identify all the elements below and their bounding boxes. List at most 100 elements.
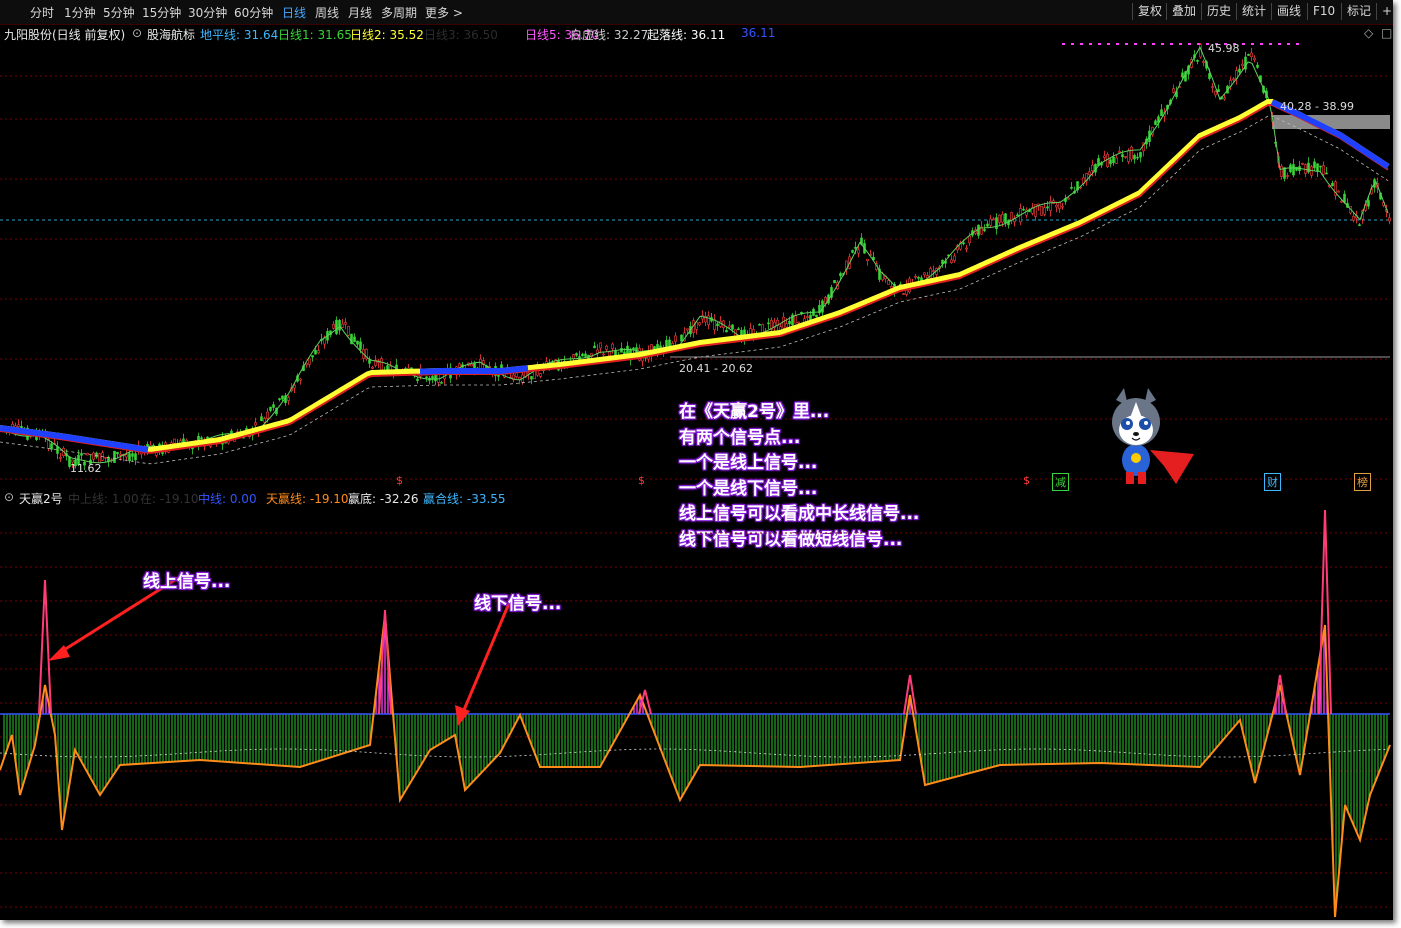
toolbar-button[interactable]: +自 — [1376, 3, 1393, 20]
candle — [1130, 146, 1133, 160]
toolbar-button[interactable]: 历史 — [1201, 3, 1236, 20]
candle — [92, 452, 95, 460]
candle — [266, 411, 269, 419]
diamond-icon[interactable]: ◇ — [1364, 26, 1373, 40]
candle — [434, 373, 437, 382]
finance-mark[interactable]: 财 — [1264, 473, 1281, 491]
event-mark[interactable]: $ — [394, 474, 405, 487]
candle — [1343, 193, 1346, 203]
period-tab[interactable]: 5分钟 — [103, 4, 135, 21]
reduction-mark[interactable]: 减 — [1052, 473, 1069, 491]
legend-value: 36.11 — [741, 26, 776, 40]
candle — [1241, 63, 1244, 66]
candle — [731, 324, 734, 330]
toolbar-button[interactable]: 复权 — [1132, 3, 1167, 20]
candle — [128, 453, 131, 462]
candle — [1316, 163, 1319, 172]
period-tab[interactable]: 60分钟 — [234, 4, 273, 21]
toolbar-button[interactable]: 标记 — [1341, 3, 1376, 20]
period-tab[interactable]: 周线 — [315, 4, 339, 21]
candle — [866, 258, 869, 262]
candle — [1067, 197, 1070, 200]
note-line: 一个是线上信号... — [679, 453, 818, 473]
candle — [416, 378, 419, 381]
event-mark[interactable]: $ — [636, 474, 647, 487]
period-tab[interactable]: 更多 > — [425, 4, 463, 21]
candle — [575, 353, 578, 356]
toolbar-button[interactable]: 统计 — [1236, 3, 1271, 20]
candle — [686, 328, 689, 331]
top-marker — [1287, 43, 1290, 45]
candle — [1058, 201, 1061, 209]
candle — [1286, 175, 1289, 177]
note-line: 有两个信号点... — [679, 427, 801, 448]
toolbar-button[interactable]: 画线 — [1271, 3, 1306, 20]
candle — [263, 418, 266, 423]
candle — [254, 422, 257, 426]
candle — [95, 452, 98, 458]
candle — [797, 321, 800, 324]
stock-title[interactable]: 九阳股份(日线 前复权) — [4, 26, 125, 43]
candle — [1121, 154, 1124, 158]
legend-value: 日线3: 36.50 — [424, 28, 498, 42]
candle — [854, 246, 857, 249]
candle — [914, 275, 917, 278]
candle — [572, 354, 575, 360]
candle — [1112, 156, 1115, 164]
candle — [278, 398, 281, 400]
period-tab[interactable]: 1分钟 — [64, 4, 96, 21]
candle — [1154, 120, 1157, 125]
candle — [605, 345, 608, 350]
ranking-mark[interactable]: 榜 — [1354, 473, 1371, 491]
candle — [1232, 78, 1235, 81]
event-mark[interactable]: $ — [1021, 474, 1032, 487]
candle — [986, 223, 989, 227]
candle — [785, 323, 788, 328]
resistance-band — [1272, 115, 1390, 129]
candle — [1253, 57, 1256, 61]
period-tab[interactable]: 分时 — [30, 4, 54, 21]
candle — [998, 214, 1001, 223]
blue-ma-segment — [0, 425, 149, 453]
top-marker — [1170, 43, 1173, 45]
toolbar-button[interactable]: F10 — [1307, 3, 1340, 20]
top-marker — [1179, 43, 1182, 45]
period-tab[interactable]: 多周期 — [381, 4, 417, 21]
signal-spike — [1273, 674, 1287, 715]
candle — [539, 373, 542, 377]
candle — [950, 259, 953, 263]
candle — [962, 242, 965, 245]
square-icon[interactable]: □ — [1381, 26, 1392, 40]
candle — [1022, 208, 1025, 211]
indicator-dropdown-icon[interactable]: ⊙ — [132, 26, 142, 40]
candle — [1127, 150, 1130, 162]
candle — [917, 277, 920, 279]
candle — [125, 454, 128, 458]
sub-dropdown-icon[interactable]: ⊙ — [4, 490, 14, 504]
indicator-name[interactable]: 股海航标 — [147, 26, 195, 43]
candle — [599, 342, 602, 349]
candle — [1160, 109, 1163, 117]
period-tab[interactable]: 30分钟 — [188, 4, 227, 21]
candle — [317, 350, 320, 354]
candle — [968, 235, 971, 244]
candle — [272, 404, 275, 408]
top-marker — [1152, 43, 1155, 45]
legend-value: 白虚线: 32.27 — [570, 28, 649, 42]
period-tab[interactable]: 日线 — [282, 4, 306, 21]
toolbar-button[interactable]: 叠加 — [1166, 3, 1201, 20]
candle — [620, 348, 623, 353]
candle — [1196, 60, 1199, 62]
top-marker — [1107, 43, 1110, 45]
candle — [737, 328, 740, 331]
period-tab[interactable]: 月线 — [348, 4, 372, 21]
low-price-label: 11.62 — [70, 462, 102, 475]
top-marker — [1161, 43, 1164, 45]
candle — [1319, 165, 1322, 168]
candle — [1043, 207, 1046, 215]
signal-spike — [1318, 509, 1332, 715]
note-line: 一个是线下信号... — [679, 478, 818, 499]
period-tab[interactable]: 15分钟 — [142, 4, 181, 21]
candle — [581, 353, 584, 357]
candle — [680, 334, 683, 342]
